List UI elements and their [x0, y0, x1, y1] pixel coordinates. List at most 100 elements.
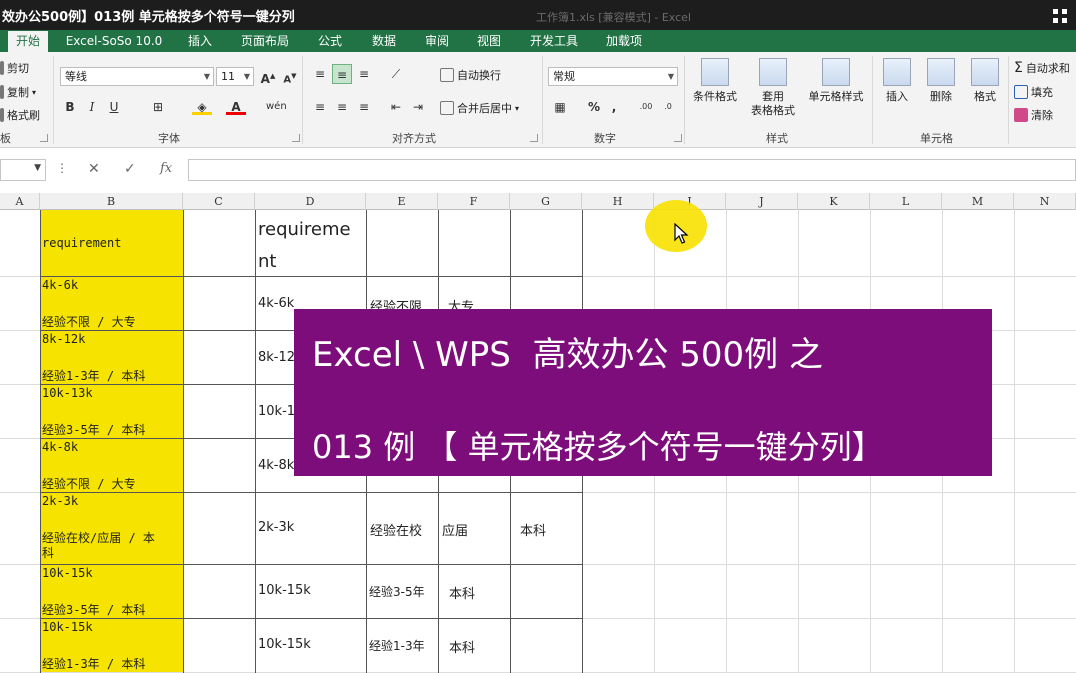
data-cell-f[interactable]: 本科: [449, 637, 475, 656]
tab-excel-soso[interactable]: Excel-SoSo 10.0: [60, 30, 168, 52]
bold-icon[interactable]: B: [60, 97, 80, 117]
autosum-button[interactable]: Σ 自动求和: [1014, 60, 1070, 76]
column-header-a[interactable]: A: [0, 193, 40, 210]
insert-function-icon[interactable]: fx: [160, 161, 172, 176]
data-cell-d[interactable]: 10k-15k: [258, 583, 311, 598]
font-color-icon[interactable]: A: [226, 97, 246, 115]
increase-indent-icon[interactable]: ⇥: [408, 97, 428, 117]
data-cell-d[interactable]: 4k-8k: [258, 458, 294, 473]
align-middle-icon[interactable]: ≡: [332, 64, 352, 84]
number-launcher-icon[interactable]: [674, 134, 682, 142]
clear-button[interactable]: 清除: [1014, 107, 1053, 123]
alignment-launcher-icon[interactable]: [530, 134, 538, 142]
data-cell-b[interactable]: 10k-13k 经验3-5年 / 本科: [42, 386, 182, 438]
insert-cells-button[interactable]: 插入: [872, 58, 922, 104]
column-header-e[interactable]: E: [366, 193, 438, 210]
data-cell-b[interactable]: 2k-3k 经验在校/应届 / 本 科: [42, 494, 182, 564]
phonetic-icon[interactable]: wén: [266, 97, 287, 117]
format-cells-button[interactable]: 格式: [960, 58, 1010, 104]
borders-icon[interactable]: ⊞: [148, 97, 168, 117]
name-box[interactable]: ▼: [0, 159, 46, 181]
tab-add-ins[interactable]: 加载项: [598, 30, 650, 52]
merge-center-button[interactable]: 合并后居中 ▾: [440, 100, 519, 116]
column-header-d[interactable]: D: [255, 193, 366, 210]
decrease-font-icon[interactable]: A▼: [280, 66, 300, 86]
conditional-formatting-button[interactable]: 条件格式: [686, 58, 744, 104]
data-cell-d[interactable]: 2k-3k: [258, 520, 294, 535]
comma-button[interactable]: ,: [604, 97, 624, 117]
italic-icon[interactable]: I: [82, 97, 102, 117]
cancel-icon[interactable]: ✕: [88, 161, 100, 177]
align-center-icon[interactable]: ≡: [332, 97, 352, 117]
data-cell-g[interactable]: 本科: [520, 520, 546, 539]
cell-b-line2: 经验3-5年 / 本科: [42, 423, 146, 437]
data-cell-d[interactable]: 10k-15k: [258, 637, 311, 652]
data-cell-b[interactable]: 8k-12k 经验1-3年 / 本科: [42, 332, 182, 384]
data-cell-b[interactable]: 4k-8k 经验不限 / 大专: [42, 440, 182, 492]
data-cell-f[interactable]: 应届: [442, 520, 468, 539]
formula-input[interactable]: [188, 159, 1076, 181]
header-cell-d[interactable]: requireme nt: [258, 214, 351, 278]
column-header-k[interactable]: K: [798, 193, 870, 210]
orientation-icon[interactable]: ⟋: [386, 64, 406, 84]
tab-home[interactable]: 开始: [8, 31, 48, 52]
font-launcher-icon[interactable]: [292, 134, 300, 142]
column-header-b[interactable]: B: [40, 193, 183, 210]
increase-font-icon[interactable]: A▲: [258, 66, 278, 86]
currency-icon[interactable]: ▦: [550, 97, 570, 117]
tab-formulas[interactable]: 公式: [312, 30, 348, 52]
data-cell-e[interactable]: 经验3-5年: [369, 583, 425, 600]
column-header-n[interactable]: N: [1014, 193, 1076, 210]
decrease-decimal-icon[interactable]: .0: [658, 97, 678, 117]
increase-decimal-icon[interactable]: .00: [636, 97, 656, 117]
data-cell-e[interactable]: 经验在校: [370, 520, 422, 539]
copy-button[interactable]: 复制 ▾: [0, 84, 36, 100]
align-bottom-icon[interactable]: ≡: [354, 64, 374, 84]
align-top-icon[interactable]: ≡: [310, 64, 330, 84]
column-header-m[interactable]: M: [942, 193, 1014, 210]
tab-view[interactable]: 视图: [470, 30, 508, 52]
underline-icon[interactable]: U: [104, 97, 124, 117]
tab-page-layout[interactable]: 页面布局: [234, 30, 296, 52]
cut-button[interactable]: 剪切: [0, 60, 29, 76]
number-format-combo[interactable]: 常规 ▼: [548, 67, 678, 86]
clipboard-launcher-icon[interactable]: [40, 134, 48, 142]
tab-review[interactable]: 审阅: [418, 30, 456, 52]
cell-styles-button[interactable]: 单元格样式: [804, 58, 868, 104]
data-cell-e[interactable]: 经验1-3年: [369, 637, 425, 654]
data-cell-d[interactable]: 4k-6k: [258, 296, 294, 311]
wrap-text-button[interactable]: 自动换行: [440, 67, 501, 83]
fullscreen-icon[interactable]: [1052, 8, 1068, 24]
column-header-f[interactable]: F: [438, 193, 510, 210]
header-cell-d-line1: requireme: [258, 219, 351, 240]
decrease-indent-icon[interactable]: ⇤: [386, 97, 406, 117]
font-name-combo[interactable]: 等线 ▼: [60, 67, 214, 86]
data-cell-f[interactable]: 本科: [449, 583, 475, 602]
enter-icon[interactable]: ✓: [124, 161, 136, 177]
data-cell-d[interactable]: 8k-12: [258, 350, 295, 365]
column-header-c[interactable]: C: [183, 193, 255, 210]
delete-cells-button[interactable]: 删除: [916, 58, 966, 104]
align-right-icon[interactable]: ≡: [354, 97, 374, 117]
format-painter-button[interactable]: 格式刷: [0, 107, 40, 123]
tab-developer[interactable]: 开发工具: [524, 30, 584, 52]
chevron-down-icon: ▾: [515, 103, 520, 113]
data-cell-b[interactable]: 10k-15k 经验1-3年 / 本科: [42, 620, 182, 673]
header-cell-b[interactable]: requirement: [42, 236, 182, 251]
tab-data[interactable]: 数据: [364, 30, 404, 52]
fill-color-icon[interactable]: ◈: [192, 97, 212, 115]
cell-b-line1: 10k-13k: [42, 386, 93, 400]
column-header-l[interactable]: L: [870, 193, 942, 210]
percent-button[interactable]: %: [584, 97, 604, 117]
data-cell-d[interactable]: 10k-1: [258, 404, 295, 419]
column-header-g[interactable]: G: [510, 193, 582, 210]
column-header-h[interactable]: H: [582, 193, 654, 210]
format-as-table-button[interactable]: 套用 表格格式: [744, 58, 802, 118]
data-cell-b[interactable]: 10k-15k 经验3-5年 / 本科: [42, 566, 182, 618]
data-cell-b[interactable]: 4k-6k 经验不限 / 大专: [42, 278, 182, 330]
font-size-combo[interactable]: 11 ▼: [216, 67, 254, 86]
align-left-icon[interactable]: ≡: [310, 97, 330, 117]
tab-insert[interactable]: 插入: [180, 30, 220, 52]
column-header-j[interactable]: J: [726, 193, 798, 210]
fill-button[interactable]: 填充: [1014, 84, 1053, 100]
